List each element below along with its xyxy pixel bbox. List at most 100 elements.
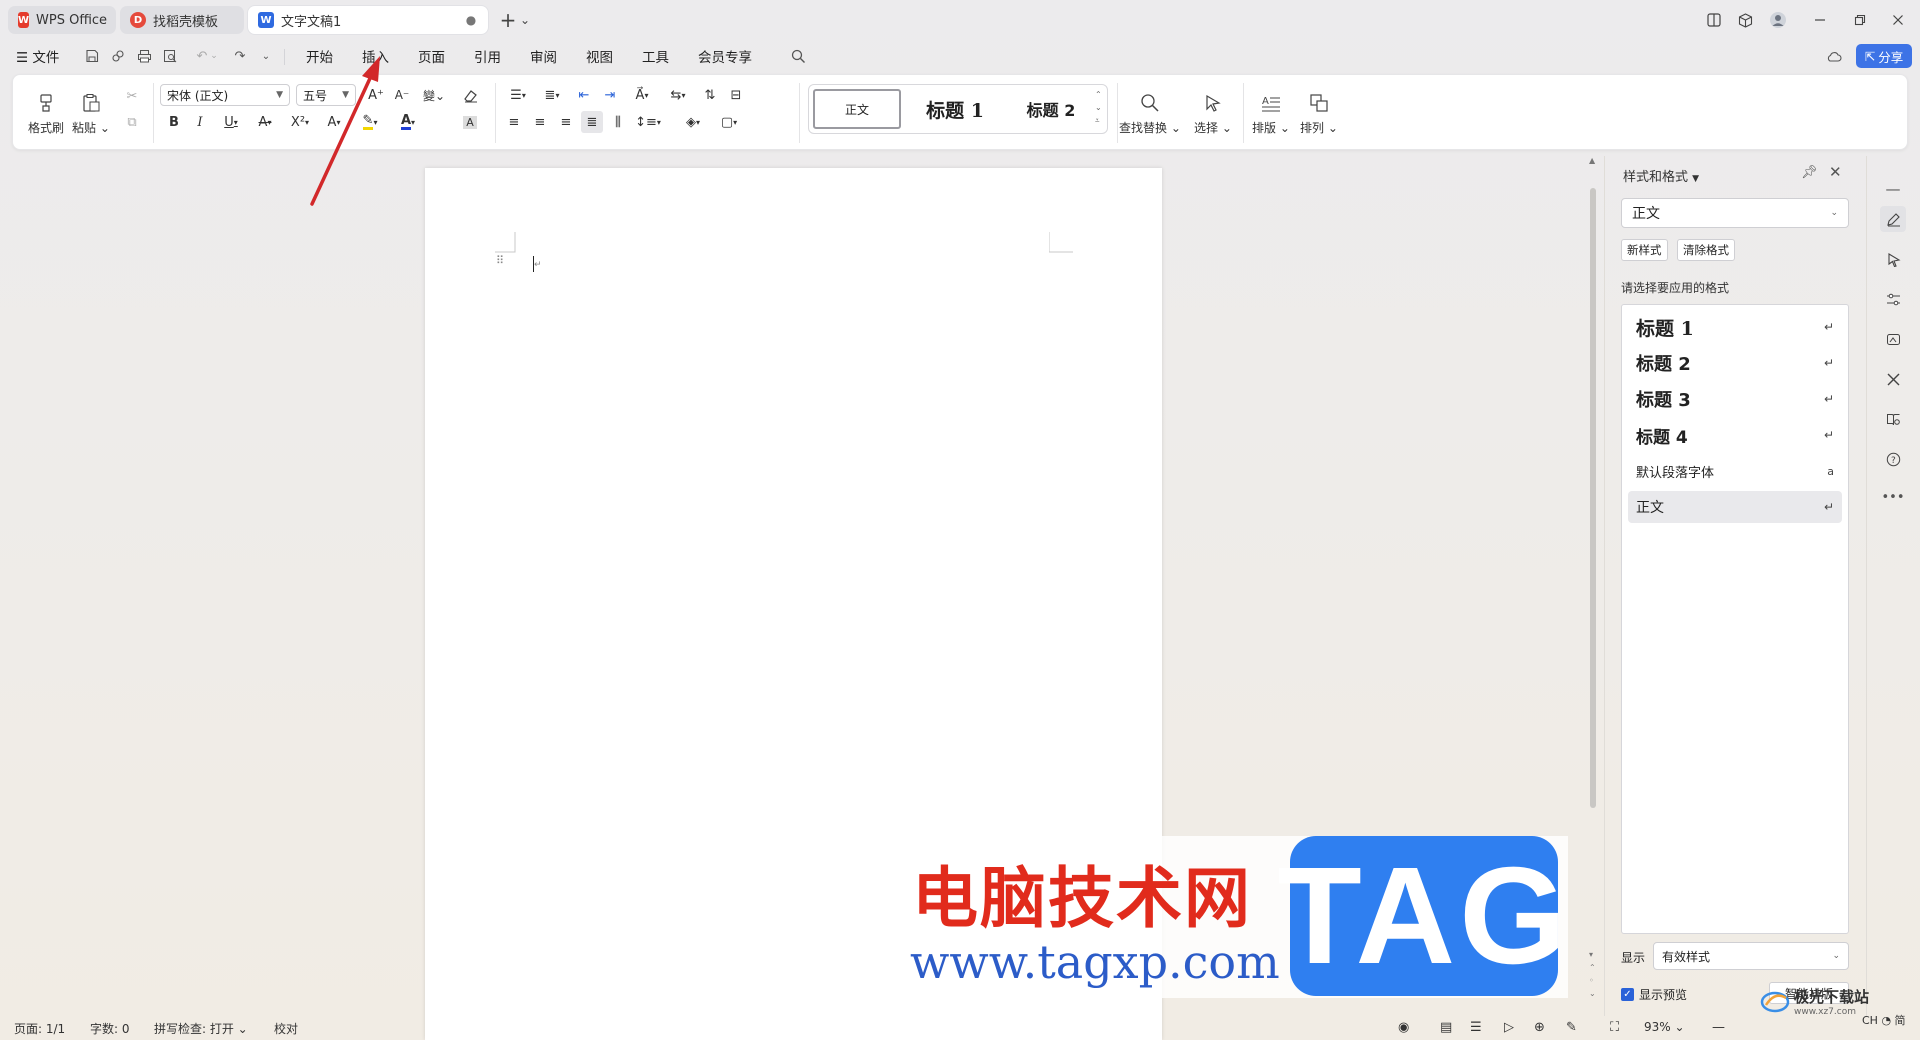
shading-icon[interactable]: ◈ ▾	[677, 111, 709, 133]
style-item-normal[interactable]: 正文 ↵	[1628, 491, 1842, 523]
tab-references[interactable]: 引用	[474, 46, 501, 66]
scroll-up-icon[interactable]: ▲	[1589, 156, 1595, 165]
drag-handle-icon[interactable]: ⠿	[496, 255, 504, 266]
select-cursor-icon[interactable]	[1880, 246, 1906, 272]
collapse-sidebar-icon[interactable]: —	[1880, 176, 1906, 202]
save-icon[interactable]	[82, 46, 102, 66]
eye-protection-icon[interactable]: ◉	[1398, 1020, 1409, 1035]
strikethrough-icon[interactable]: A ▾	[251, 111, 279, 133]
page-nav-icons[interactable]: ▾ ⌃ ◦ ⌄	[1589, 948, 1596, 1000]
link-icon[interactable]	[108, 46, 128, 66]
zoom-level[interactable]: 93% ⌄	[1644, 1020, 1685, 1034]
tab-tools[interactable]: 工具	[642, 46, 669, 66]
paste-button[interactable]: 粘贴 ⌄	[71, 85, 111, 141]
italic-icon[interactable]: I	[189, 111, 211, 133]
styles-pen-icon[interactable]	[1880, 206, 1906, 232]
tab-docer-templates[interactable]: D 找稻壳模板	[120, 6, 244, 34]
underline-icon[interactable]: U ▾	[217, 111, 245, 133]
cut-icon[interactable]: ✂	[121, 85, 143, 107]
decrease-indent-icon[interactable]: ⇤	[573, 84, 595, 106]
tab-document-1[interactable]: W 文字文稿1 ●	[248, 6, 488, 34]
copy-icon[interactable]: ⧉	[121, 111, 143, 133]
layout-panel-icon[interactable]	[1700, 8, 1728, 32]
outline-view-icon[interactable]: ☰	[1470, 1020, 1482, 1035]
character-shading-icon[interactable]: A	[459, 111, 481, 133]
show-marks-icon[interactable]: ⊟	[725, 84, 747, 106]
select-button[interactable]: 选择 ⌄	[1189, 85, 1237, 141]
clear-format-button[interactable]: 清除格式	[1677, 239, 1735, 261]
decrease-font-icon[interactable]: A⁻	[391, 84, 413, 106]
current-style-select[interactable]: 正文 ⌄	[1621, 198, 1849, 228]
style-item-heading-4[interactable]: 标题 4 ↵	[1628, 419, 1842, 451]
book-reader-icon[interactable]	[1880, 406, 1906, 432]
tab-review[interactable]: 审阅	[530, 46, 557, 66]
file-menu-button[interactable]: ☰ 文件	[16, 46, 59, 66]
arrange-button[interactable]: 排列 ⌄	[1297, 85, 1341, 141]
justify-icon[interactable]: ≣	[581, 111, 603, 133]
distributed-align-icon[interactable]: ⫼	[607, 111, 629, 133]
help-icon[interactable]: ?	[1880, 446, 1906, 472]
ime-indicator[interactable]: CH ◔ 简	[1862, 1012, 1906, 1028]
read-mode-icon[interactable]: ▷	[1504, 1020, 1514, 1035]
close-window-icon[interactable]	[1884, 8, 1912, 32]
pin-icon[interactable]: 📌︎	[1801, 165, 1818, 180]
tab-member[interactable]: 会员专享	[698, 46, 752, 66]
cloud-sync-icon[interactable]	[1824, 46, 1844, 66]
avatar[interactable]	[1764, 8, 1792, 32]
borders-icon[interactable]: ▢ ▾	[713, 111, 745, 133]
format-painter-button[interactable]: 格式刷	[27, 85, 65, 141]
style-tile-heading-2[interactable]: 标题 2	[1009, 89, 1093, 129]
align-right-icon[interactable]: ≡	[555, 111, 577, 133]
customize-quick-access-chevron-icon[interactable]: ⌄	[256, 46, 276, 66]
more-options-icon[interactable]: •••	[1880, 484, 1906, 510]
search-icon[interactable]	[788, 46, 808, 66]
draw-pen-icon[interactable]: ✎	[1566, 1020, 1577, 1035]
new-tab-menu-icon[interactable]: ⌄	[516, 8, 534, 32]
line-spacing-icon[interactable]: ↕≡ ▾	[633, 111, 663, 133]
tab-view[interactable]: 视图	[586, 46, 613, 66]
tab-close-icon[interactable]: ●	[464, 13, 478, 27]
zoom-out-icon[interactable]: —	[1712, 1020, 1725, 1035]
word-count[interactable]: 字数: 0	[90, 1020, 130, 1037]
text-direction-icon[interactable]: A⃗ ▾	[627, 84, 657, 106]
bold-icon[interactable]: B	[163, 111, 185, 133]
vertical-scrollbar[interactable]: ▲ ▾ ⌃ ◦ ⌄	[1586, 156, 1600, 1018]
print-icon[interactable]	[134, 46, 154, 66]
print-preview-icon[interactable]	[160, 46, 180, 66]
cube-icon[interactable]	[1731, 8, 1759, 32]
font-name-select[interactable]: 宋体 (正文) ▼	[160, 84, 290, 106]
font-color-icon[interactable]: A ▾	[391, 111, 425, 133]
undo-menu-chevron-icon[interactable]: ⌄	[208, 46, 220, 66]
layout-button[interactable]: A 排版 ⌄	[1249, 85, 1293, 141]
share-button[interactable]: ⇱ 分享	[1856, 44, 1912, 68]
settings-sliders-icon[interactable]	[1880, 286, 1906, 312]
chinese-layout-icon[interactable]: ⇆ ▾	[663, 84, 693, 106]
align-center-icon[interactable]: ≡	[529, 111, 551, 133]
style-tile-normal[interactable]: 正文	[813, 89, 901, 129]
align-left-icon[interactable]: ≡	[503, 111, 525, 133]
style-item-heading-2[interactable]: 标题 2 ↵	[1628, 347, 1842, 379]
new-style-button[interactable]: 新样式	[1621, 239, 1668, 261]
style-gallery-scroll-icon[interactable]: ⌃ ⌄ ⩡	[1095, 88, 1102, 127]
tab-page[interactable]: 页面	[418, 46, 445, 66]
redo-icon[interactable]: ↷	[230, 46, 250, 66]
bullet-list-icon[interactable]: ☰ ▾	[503, 84, 533, 106]
page-count[interactable]: 页面: 1/1	[14, 1020, 65, 1037]
image-edit-icon[interactable]	[1880, 326, 1906, 352]
style-item-heading-3[interactable]: 标题 3 ↵	[1628, 383, 1842, 415]
proofread-button[interactable]: 校对	[274, 1020, 298, 1037]
tab-wps-office[interactable]: W WPS Office	[8, 6, 116, 34]
style-item-heading-1[interactable]: 标题 1 ↵	[1628, 311, 1842, 343]
increase-indent-icon[interactable]: ⇥	[599, 84, 621, 106]
web-layout-icon[interactable]: ⊕	[1534, 1020, 1545, 1035]
spell-check-status[interactable]: 拼写检查: 打开 ⌄	[154, 1020, 248, 1037]
page-view-icon[interactable]: ▤	[1440, 1020, 1452, 1035]
minimize-icon[interactable]	[1806, 8, 1834, 32]
style-item-default-font[interactable]: 默认段落字体 a	[1628, 455, 1842, 487]
clear-formatting-eraser-icon[interactable]	[459, 84, 481, 106]
show-filter-select[interactable]: 有效样式 ⌄	[1653, 942, 1849, 970]
restore-icon[interactable]	[1846, 8, 1874, 32]
sort-icon[interactable]: ⇅	[699, 84, 721, 106]
fit-width-icon[interactable]: ⛶	[1610, 1020, 1619, 1035]
styles-pane-title[interactable]: 样式和格式 ▼	[1623, 166, 1699, 185]
